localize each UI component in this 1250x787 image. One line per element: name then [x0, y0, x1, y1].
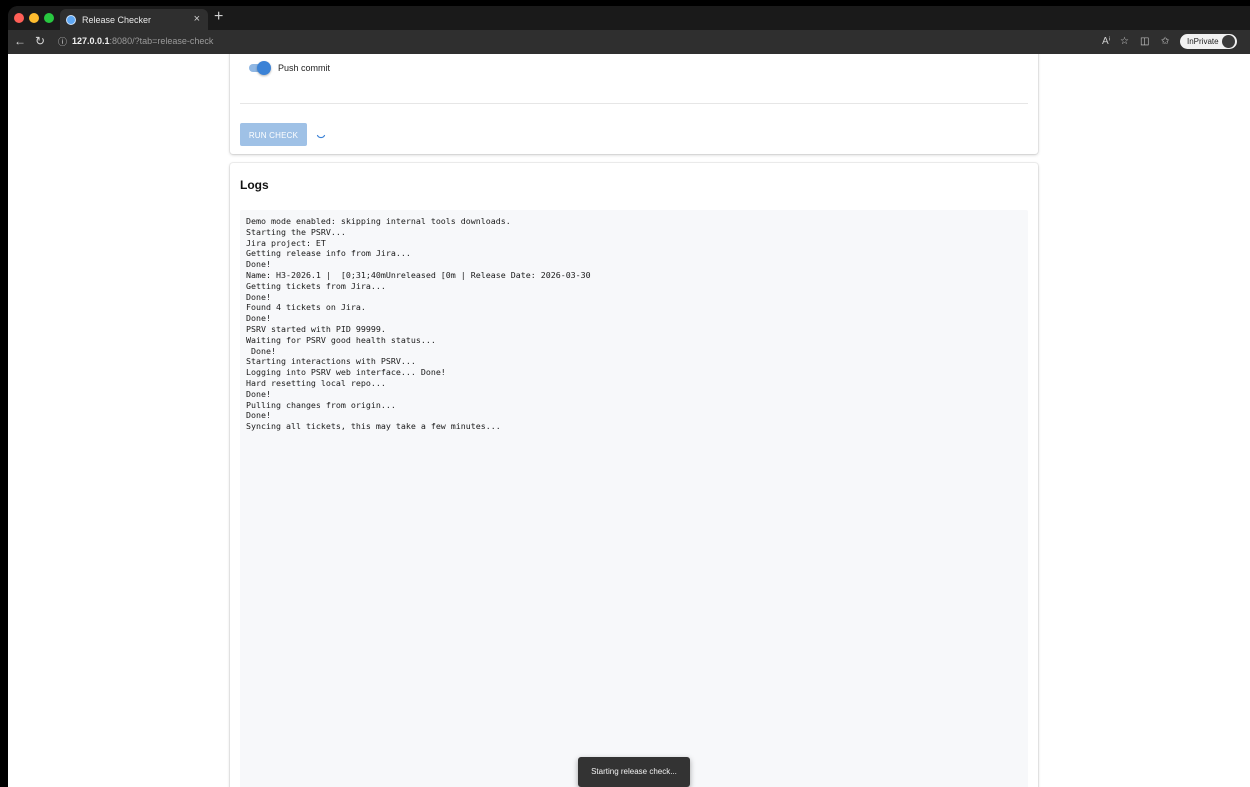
new-tab-button[interactable]: + [214, 9, 223, 25]
snackbar: Starting release check... [578, 757, 690, 787]
url-path: :8080/?tab=release-check [109, 36, 214, 46]
log-line: Done! [246, 259, 271, 270]
tab-title: Release Checker [82, 14, 152, 25]
log-line: Waiting for PSRV good health status... [246, 334, 436, 345]
close-window-button[interactable] [14, 13, 24, 23]
log-line: PSRV started with PID 99999. [246, 323, 386, 334]
maximize-window-button[interactable] [44, 13, 54, 23]
page-content: Push commit RUN CHECK Logs Demo mode ena… [8, 54, 1250, 787]
favicon-icon [66, 14, 76, 25]
log-line: Done! [246, 313, 271, 324]
log-line: Starting the PSRV... [246, 226, 346, 237]
log-line: Done! [246, 388, 271, 399]
snackbar-message: Starting release check... [591, 767, 677, 776]
divider [240, 103, 1028, 104]
log-line: Done! [246, 345, 276, 356]
url-host: 127.0.0.1 [72, 36, 110, 46]
back-icon[interactable]: ← [14, 35, 26, 47]
run-check-button[interactable]: RUN CHECK [240, 123, 307, 146]
tab-bar: Release Checker × + [8, 6, 1250, 30]
tab-release-checker[interactable]: Release Checker × [60, 9, 208, 30]
address-bar: ← ↻ ⓘ 127.0.0.1:8080/?tab=release-check … [8, 30, 1250, 54]
tab-close-icon[interactable]: × [194, 14, 200, 25]
log-line: Done! [246, 410, 271, 421]
log-line: Pulling changes from origin... [246, 399, 396, 410]
browser-window: Release Checker × + ← ↻ ⓘ 127.0.0.1:8080… [8, 6, 1250, 787]
settings-card: Push commit RUN CHECK [230, 54, 1038, 154]
loading-spinner-icon [316, 134, 326, 139]
refresh-icon[interactable]: ↻ [35, 35, 45, 47]
toggle-thumb [257, 61, 271, 75]
log-line: Demo mode enabled: skipping internal too… [246, 216, 511, 226]
split-screen-icon[interactable]: ◫ [1140, 36, 1149, 47]
logs-card: Logs Demo mode enabled: skipping interna… [230, 163, 1038, 787]
read-aloud-icon[interactable]: Aⁱ [1102, 36, 1110, 47]
log-output: Demo mode enabled: skipping internal too… [240, 210, 1028, 787]
inprivate-badge[interactable]: InPrivate [1180, 34, 1237, 49]
info-icon[interactable]: ⓘ [58, 36, 67, 48]
favorite-icon[interactable]: ☆ [1120, 36, 1129, 47]
log-line: Logging into PSRV web interface... Done! [246, 367, 446, 378]
log-line: Hard resetting local repo... [246, 377, 386, 388]
inprivate-label: InPrivate [1187, 37, 1219, 46]
url-field[interactable]: 127.0.0.1:8080/?tab=release-check [72, 36, 213, 46]
log-text: Demo mode enabled: skipping internal too… [240, 210, 1028, 438]
log-line: Name: H3-2026.1 | [0;31;40mUnreleased [0… [246, 269, 591, 280]
push-commit-label: Push commit [278, 63, 331, 73]
log-line: Getting release info from Jira... [246, 248, 411, 259]
log-line: Syncing all tickets, this may take a few… [246, 421, 501, 432]
log-line: Jira project: ET [246, 237, 326, 248]
log-line: Getting tickets from Jira... [246, 280, 386, 291]
log-line: Starting interactions with PSRV... [246, 356, 416, 367]
log-line: Found 4 tickets on Jira. [246, 302, 366, 313]
favorites-icon[interactable]: ✩ [1161, 36, 1169, 47]
screen: Release Checker × + ← ↻ ⓘ 127.0.0.1:8080… [0, 0, 1250, 787]
avatar [1221, 35, 1235, 48]
push-commit-toggle[interactable] [247, 61, 271, 75]
log-line: Done! [246, 291, 271, 302]
minimize-window-button[interactable] [29, 13, 39, 23]
logs-title: Logs [240, 178, 269, 192]
